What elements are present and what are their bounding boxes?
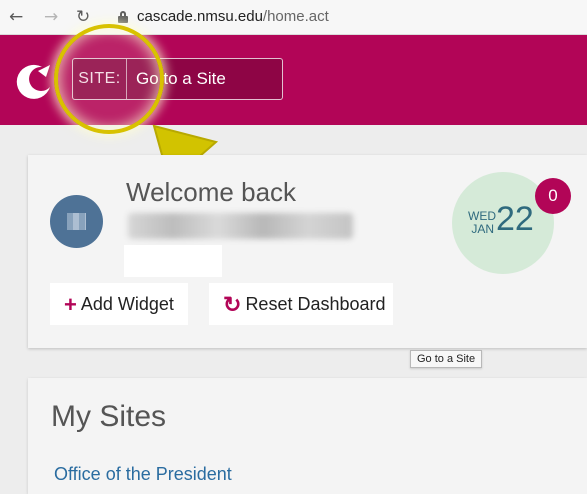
my-sites-title: My Sites [51, 400, 167, 433]
forward-icon[interactable]: → [44, 6, 58, 28]
date-day: 22 [496, 200, 534, 238]
welcome-title: Welcome back [126, 177, 297, 207]
address-field[interactable]: cascade.nmsu.edu/home.act [137, 8, 329, 25]
user-detail-redacted [124, 245, 222, 277]
url-host: cascade.nmsu.edu [137, 8, 263, 25]
add-widget-label: Add Widget [80, 294, 174, 314]
cascade-logo-icon[interactable] [12, 57, 56, 101]
site-link-office-of-the-president[interactable]: Office of the President [54, 464, 232, 485]
refresh-icon: ↻ [223, 292, 242, 317]
add-widget-button[interactable]: + Add Widget [50, 283, 188, 325]
date-month: JAN [471, 222, 494, 236]
reset-dashboard-button[interactable]: ↻ Reset Dashboard [209, 283, 393, 325]
back-icon[interactable]: ← [9, 6, 23, 28]
highlight-circle [54, 24, 164, 134]
date-weekday: WED [468, 209, 496, 223]
reload-icon[interactable]: ↻ [76, 6, 90, 28]
notification-badge[interactable]: 0 [535, 178, 571, 214]
user-name-redacted [128, 213, 353, 239]
url-path: /home.act [262, 8, 329, 25]
site-tooltip: Go to a Site [410, 350, 483, 368]
my-sites-card: My Sites Office of the President [28, 378, 587, 494]
avatar[interactable] [50, 195, 103, 248]
avatar-image [67, 213, 86, 230]
welcome-card: Welcome back + Add Widget ↻ Reset Dashboar… [28, 155, 587, 348]
reset-dashboard-label: Reset Dashboard [245, 294, 386, 314]
plus-icon: + [64, 292, 77, 317]
lock-icon [118, 11, 128, 23]
